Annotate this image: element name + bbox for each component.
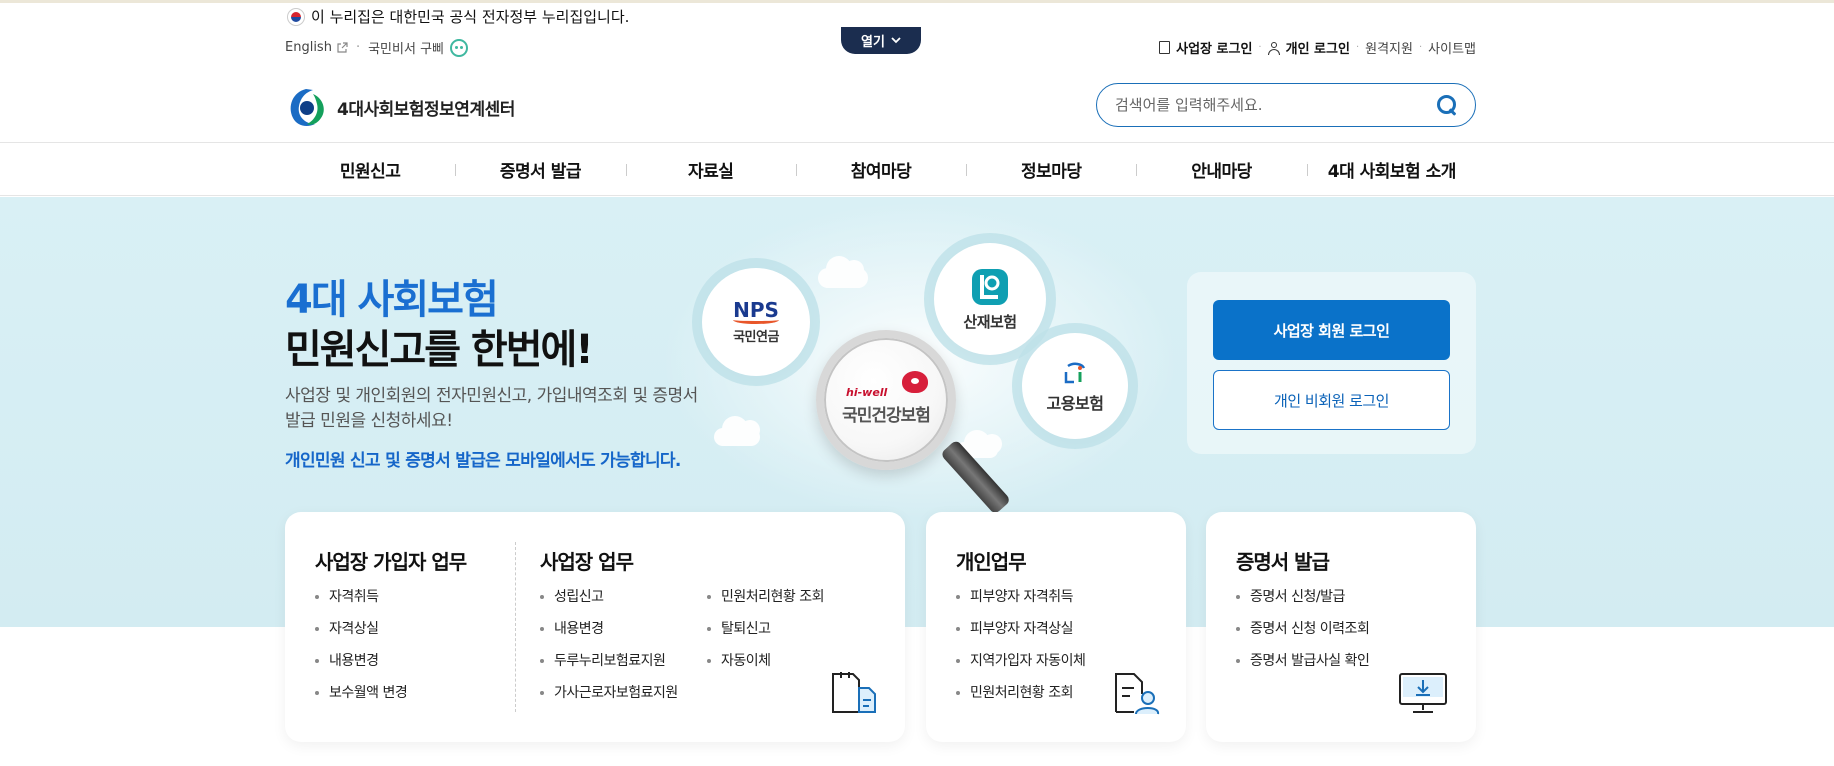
personal-login-link[interactable]: 개인 로그인 — [1286, 38, 1350, 57]
nps-swoosh-icon — [733, 316, 779, 324]
list-item[interactable]: 민원처리현황 조회 — [707, 586, 825, 618]
personal-title: 개인업무 — [956, 550, 1027, 574]
list-item[interactable]: 피부양자 자격상실 — [956, 618, 1085, 650]
person-document-icon — [1115, 673, 1159, 715]
list-item[interactable]: 보수월액 변경 — [315, 682, 408, 714]
list-item[interactable]: 증명서 발급사실 확인 — [1236, 650, 1370, 682]
separator-dot: · — [1418, 42, 1423, 53]
nhis-brand: hi-well — [846, 386, 888, 399]
card-divider — [515, 542, 516, 712]
chevron-down-icon — [891, 37, 901, 44]
business-list-col2: 민원처리현황 조회 탈퇴신고 자동이체 — [707, 586, 825, 682]
list-item[interactable]: 성립신고 — [540, 586, 678, 618]
utility-right: 사업장 로그인 · 개인 로그인 · 원격지원 · 사이트맵 — [1159, 38, 1476, 57]
building-icon — [1159, 41, 1171, 54]
hero-description: 사업장 및 개인회원의 전자민원신고, 가입내역조회 및 증명서 발급 민원을 … — [285, 386, 698, 431]
hero-title-line2: 민원신고를 한번에! — [285, 327, 594, 373]
hero-mobile-note: 개인민원 신고 및 증명서 발급은 모바일에서도 가능합니다. — [285, 451, 681, 471]
list-item[interactable]: 피부양자 자격취득 — [956, 586, 1085, 618]
list-item[interactable]: 지역가입자 자동이체 — [956, 650, 1086, 682]
gov-banner: 이 누리집은 대한민국 공식 전자정부 누리집입니다. — [287, 6, 629, 27]
subscriber-title: 사업장 가입자 업무 — [315, 550, 467, 574]
list-item[interactable]: 내용변경 — [540, 618, 678, 650]
comwel-circle: 산재보험 — [934, 243, 1046, 355]
business-title: 사업장 업무 — [540, 550, 634, 574]
nav-item-information[interactable]: 정보마당 — [966, 143, 1136, 195]
business-list-col1: 성립신고 내용변경 두루누리보험료지원 가사근로자보험료지원 — [540, 586, 678, 714]
list-item[interactable]: 증명서 신청 이력조회 — [1236, 618, 1370, 650]
personal-nonmember-login-button[interactable]: 개인 비회원 로그인 — [1213, 370, 1450, 430]
gov-banner-text: 이 누리집은 대한민국 공식 전자정부 누리집입니다. — [311, 8, 630, 26]
list-item[interactable]: 자격상실 — [315, 618, 407, 650]
ei-circle: 고용보험 — [1022, 333, 1128, 439]
business-card: 사업장 가입자 업무 자격취득 자격상실 내용변경 보수월액 변경 사업장 업무… — [285, 512, 905, 742]
chatbot-icon — [450, 38, 468, 57]
separator-dot: · — [1258, 42, 1262, 53]
login-panel: 사업장 회원 로그인 개인 비회원 로그인 — [1187, 272, 1476, 454]
heart-icon — [902, 371, 928, 393]
certificate-list: 증명서 신청/발급 증명서 신청 이력조회 증명서 발급사실 확인 — [1236, 586, 1370, 682]
nhis-magnifier: hi-well 국민건강보험 — [816, 330, 956, 470]
certificate-title: 증명서 발급 — [1236, 550, 1330, 574]
comwel-label: 산재보험 — [963, 312, 1017, 331]
ei-logo-icon — [1064, 362, 1086, 384]
ei-label: 고용보험 — [1046, 394, 1104, 413]
monitor-download-icon — [1399, 673, 1447, 713]
nps-circle: NPS 국민연금 — [702, 268, 810, 376]
nav-item-certificates[interactable]: 증명서 발급 — [455, 143, 625, 195]
personal-card: 개인업무 피부양자 자격취득 피부양자 자격상실 지역가입자 자동이체 민원처리… — [926, 512, 1186, 742]
sitemap-link[interactable]: 사이트맵 — [1428, 38, 1476, 57]
nav-item-about[interactable]: 4대 사회보험 소개 — [1306, 143, 1477, 195]
nhis-label: 국민건강보험 — [842, 405, 931, 426]
utility-left: English · 국민비서 구삐 — [285, 38, 468, 57]
remote-support-link[interactable]: 원격지원 — [1365, 38, 1413, 57]
site-logo[interactable]: 4대사회보험정보연계센터 — [285, 86, 515, 128]
nav-item-guide[interactable]: 안내마당 — [1136, 143, 1306, 195]
business-member-login-button[interactable]: 사업장 회원 로그인 — [1213, 300, 1450, 360]
search-input[interactable] — [1115, 96, 1437, 114]
list-item[interactable]: 탈퇴신고 — [707, 618, 824, 650]
comwel-logo-icon — [972, 268, 1008, 305]
nav-item-participation[interactable]: 참여마당 — [795, 143, 966, 195]
list-item[interactable]: 가사근로자보험료지원 — [540, 682, 678, 714]
logo-mark-icon — [290, 89, 324, 126]
search-box — [1096, 83, 1476, 127]
documents-icon — [832, 672, 876, 713]
separator-dot: · — [355, 40, 361, 55]
korea-flag-icon — [287, 7, 305, 26]
external-link-icon — [337, 41, 348, 53]
logo-text: 4대사회보험정보연계센터 — [337, 99, 515, 120]
list-item[interactable]: 두루누리보험료지원 — [540, 650, 678, 682]
subscriber-list: 자격취득 자격상실 내용변경 보수월액 변경 — [315, 586, 408, 714]
personal-list: 피부양자 자격취득 피부양자 자격상실 지역가입자 자동이체 민원처리현황 조회 — [956, 586, 1086, 714]
chatbot-link[interactable]: 국민비서 구삐 — [368, 38, 468, 57]
separator-dot: · — [1355, 42, 1360, 53]
list-item[interactable]: 자격취득 — [315, 586, 407, 618]
cloud-decoration — [818, 256, 868, 288]
nav-item-library[interactable]: 자료실 — [625, 143, 796, 195]
search-icon[interactable] — [1437, 95, 1457, 115]
cloud-decoration — [714, 416, 760, 446]
nav-item-complaints[interactable]: 민원신고 — [285, 143, 455, 195]
nps-label: 국민연금 — [733, 329, 779, 345]
list-item[interactable]: 민원처리현황 조회 — [956, 682, 1085, 714]
list-item[interactable]: 내용변경 — [315, 650, 407, 682]
list-item[interactable]: 증명서 신청/발급 — [1236, 586, 1369, 618]
person-icon — [1267, 41, 1280, 55]
business-login-link[interactable]: 사업장 로그인 — [1176, 38, 1252, 57]
top-border — [0, 0, 1834, 3]
gov-banner-toggle-button[interactable]: 열기 — [841, 27, 921, 54]
english-link[interactable]: English — [285, 40, 348, 55]
main-nav: 민원신고 증명서 발급 자료실 참여마당 정보마당 안내마당 4대 사회보험 소… — [0, 142, 1834, 196]
certificate-card: 증명서 발급 증명서 신청/발급 증명서 신청 이력조회 증명서 발급사실 확인 — [1206, 512, 1476, 742]
list-item[interactable]: 자동이체 — [707, 650, 824, 682]
